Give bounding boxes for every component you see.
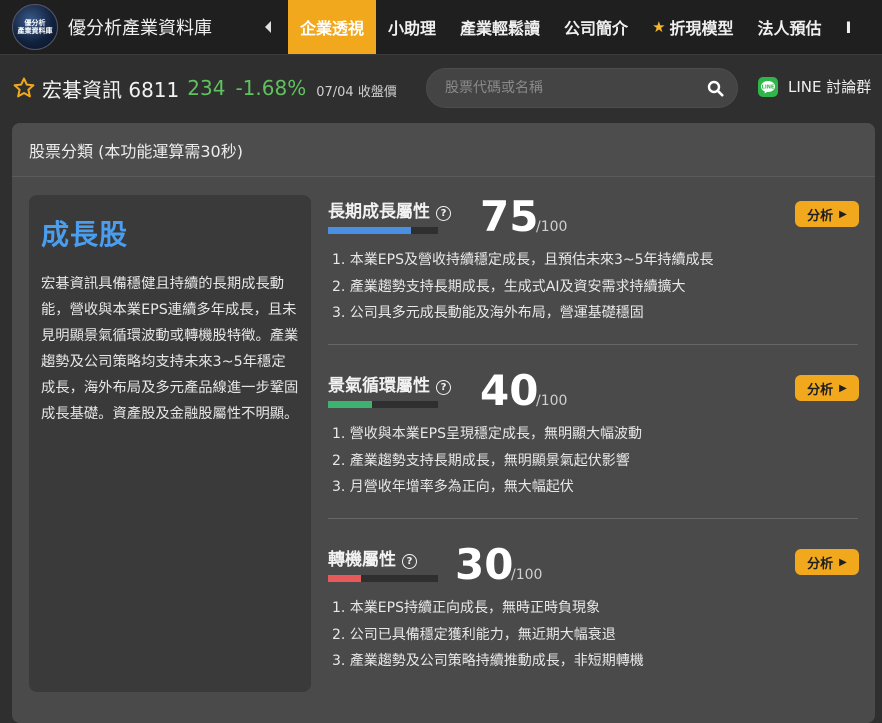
nav-item-label: 折現模型: [669, 19, 734, 38]
attribute-score-max: /100: [511, 567, 543, 583]
top-navigation: 優分析 產業資料庫 優分析產業資料庫 企業透視 小助理 產業輕鬆讀 公司簡介 ★…: [0, 0, 882, 55]
divider: [328, 518, 858, 519]
attribute-reasons: 1. 本業EPS持續正向成長，無時正時負現象 2. 公司已具備穩定獲利能力，無近…: [332, 595, 644, 675]
star-outline-icon[interactable]: [12, 76, 36, 100]
nav-item-label: I: [845, 17, 852, 37]
svg-text:LINE: LINE: [762, 84, 775, 90]
nav-item-industry-reading[interactable]: 產業輕鬆讀: [448, 0, 552, 54]
reason-item: 2. 產業趨勢支持長期成長，無明顯景氣起伏影響: [332, 452, 630, 469]
attribute-score: 40: [480, 366, 539, 415]
stock-name-code: 宏碁資訊 6811: [42, 77, 180, 102]
score-bar: [328, 227, 438, 234]
reason-item: 2. 產業趨勢支持長期成長，生成式AI及資安需求持續擴大: [332, 278, 686, 295]
reason-item: 2. 公司已具備穩定獲利能力，無近期大幅衰退: [332, 626, 616, 643]
star-icon: ★: [652, 18, 666, 36]
score-bar-fill: [328, 227, 411, 234]
attribute-score: 30: [455, 540, 514, 589]
help-icon[interactable]: ?: [436, 380, 451, 395]
stock-header: 宏碁資訊 6811 234 -1.68% 07/04 收盤價 LINE LINE…: [0, 56, 882, 120]
reason-item: 1. 本業EPS及營收持續穩定成長，且預估未來3~5年持續成長: [332, 252, 714, 268]
card-header: 股票分類 (本功能運算需30秒): [12, 123, 875, 177]
help-icon[interactable]: ?: [436, 206, 451, 221]
analyze-button-label: 分析: [807, 556, 834, 572]
reason-item: 1. 營收與本業EPS呈現穩定成長，無明顯大幅波動: [332, 426, 642, 442]
score-bar: [328, 401, 438, 408]
classification-summary: 成長股 宏碁資訊具備穩健且持續的長期成長動能，營收與本業EPS連續多年成長，且未…: [29, 195, 311, 692]
attribute-reasons: 1. 營收與本業EPS呈現穩定成長，無明顯大幅波動 2. 產業趨勢支持長期成長，…: [332, 421, 642, 501]
stock-change-percent: -1.68%: [235, 76, 307, 100]
score-bar-fill: [328, 575, 361, 582]
line-icon: LINE: [758, 76, 778, 97]
brand-home-link[interactable]: 優分析 產業資料庫 優分析產業資料庫: [0, 0, 248, 54]
nav-item-label: 產業輕鬆讀: [460, 19, 541, 38]
analyze-button-label: 分析: [807, 208, 834, 224]
attribute-score-max: /100: [536, 219, 568, 235]
attribute-reasons: 1. 本業EPS及營收持續穩定成長，且預估未來3~5年持續成長 2. 產業趨勢支…: [332, 247, 714, 327]
reason-item: 3. 公司具多元成長動能及海外布局，營運基礎穩固: [332, 305, 644, 321]
nav-item-enterprise-insight[interactable]: 企業透視: [288, 0, 377, 54]
analyze-button[interactable]: 分析 ▶: [795, 549, 859, 575]
reason-item: 3. 產業趨勢及公司策略持續推動成長，非短期轉機: [332, 653, 644, 669]
analyze-button[interactable]: 分析 ▶: [795, 375, 859, 401]
nav-item-assistant[interactable]: 小助理: [376, 0, 448, 54]
line-group-label: LINE 討論群: [788, 78, 872, 96]
analyze-button[interactable]: 分析 ▶: [795, 201, 859, 227]
attribute-score-max: /100: [536, 393, 568, 409]
nav-item-company-profile[interactable]: 公司簡介: [552, 0, 640, 54]
nav-scroll-left-icon[interactable]: [248, 0, 288, 54]
analyze-button-label: 分析: [807, 382, 834, 398]
play-icon: ▶: [839, 556, 847, 568]
nav-item-label: 企業透視: [300, 19, 365, 38]
search-icon: [707, 80, 723, 96]
attribute-name: 景氣循環屬性?: [328, 371, 451, 396]
logo-line-1: 優分析: [24, 19, 46, 27]
attribute-name-text: 轉機屬性: [328, 550, 396, 570]
line-group-link[interactable]: LINE LINE 討論群: [758, 76, 871, 97]
nav-item-label: 小助理: [388, 19, 437, 38]
play-icon: ▶: [839, 208, 847, 220]
score-bar-fill: [328, 401, 372, 408]
divider: [328, 344, 858, 345]
nav-item-label: 公司簡介: [564, 19, 629, 38]
brand-name: 優分析產業資料庫: [68, 18, 212, 39]
reason-item: 1. 本業EPS持續正向成長，無時正時負現象: [332, 600, 600, 616]
nav-item-label: 法人預估: [757, 19, 822, 38]
score-bar: [328, 575, 438, 582]
attribute-score: 75: [480, 192, 539, 241]
attribute-name-text: 長期成長屬性: [328, 202, 430, 222]
attribute-name: 轉機屬性?: [328, 545, 417, 570]
nav-item-analyst-estimates[interactable]: 法人預估: [746, 0, 834, 54]
classification-description: 宏碁資訊具備穩健且持續的長期成長動能，營收與本業EPS連續多年成長，且未見明顯景…: [41, 276, 299, 422]
stock-classification-card: 股票分類 (本功能運算需30秒) 成長股 宏碁資訊具備穩健且持續的長期成長動能，…: [12, 123, 875, 723]
play-icon: ▶: [839, 382, 847, 394]
stock-price: 234: [187, 76, 226, 100]
reason-item: 3. 月營收年增率多為正向，無大幅起伏: [332, 479, 574, 495]
search-box: [426, 68, 738, 108]
attribute-name-text: 景氣循環屬性: [328, 376, 430, 396]
logo: 優分析 產業資料庫: [12, 4, 58, 50]
logo-line-2: 產業資料庫: [17, 27, 53, 35]
help-icon[interactable]: ?: [402, 554, 417, 569]
attribute-name: 長期成長屬性?: [328, 197, 451, 222]
classification-title: 成長股: [41, 218, 129, 251]
stock-date-status: 07/04 收盤價: [316, 84, 397, 100]
nav-item-more[interactable]: I: [834, 0, 864, 54]
nav-items: 企業透視 小助理 產業輕鬆讀 公司簡介 ★ 折現模型 法人預估 I: [288, 0, 864, 54]
nav-item-dcf-model[interactable]: ★ 折現模型: [640, 0, 745, 54]
search-input[interactable]: [427, 80, 693, 96]
search-button[interactable]: [693, 68, 737, 108]
